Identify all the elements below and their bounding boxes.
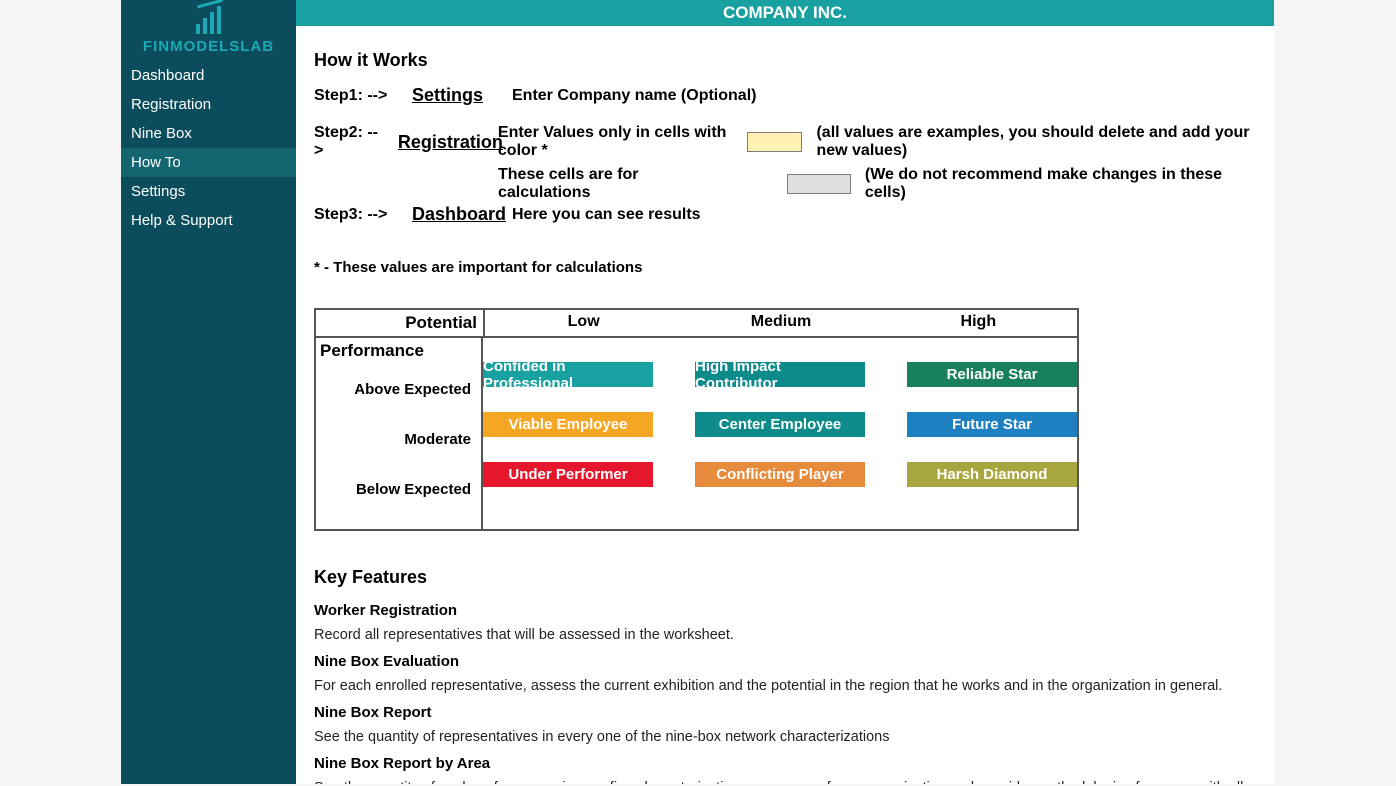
step2-link[interactable]: Registration <box>398 132 484 153</box>
matrix-row-above: Above Expected <box>316 379 481 429</box>
step2-subdesc: These cells are for calculations <box>498 166 729 202</box>
feature-nine-box-area-h: Nine Box Report by Area <box>314 755 1256 772</box>
feature-worker-registration-h: Worker Registration <box>314 602 1256 619</box>
matrix-corner-potential: Potential <box>316 310 485 336</box>
step2-subrow: These cells are for calculations (We do … <box>498 166 1256 202</box>
matrix-performance-title: Performance <box>316 338 481 379</box>
box-center-employee: Center Employee <box>695 412 865 437</box>
box-viable-employee: Viable Employee <box>483 412 653 437</box>
box-reliable-star: Reliable Star <box>907 362 1077 387</box>
matrix-body: Performance Above Expected Moderate Belo… <box>316 338 1077 529</box>
matrix-row-2: Under Performer Conflicting Player Harsh… <box>483 462 1077 487</box>
content-area: How it Works Step1: --> Settings Enter C… <box>296 26 1274 784</box>
matrix-col-low: Low <box>485 310 682 336</box>
key-features-title: Key Features <box>314 567 1256 588</box>
yellow-input-cell[interactable] <box>747 132 802 152</box>
sidebar-item-dashboard[interactable]: Dashboard <box>121 61 296 90</box>
brand-logo: FINMODELSLAB <box>121 2 296 61</box>
box-confided-professional: Confided in Professional <box>483 362 653 387</box>
box-harsh-diamond: Harsh Diamond <box>907 462 1077 487</box>
company-title: COMPANY INC. <box>723 3 847 22</box>
step1-row: Step1: --> Settings Enter Company name (… <box>314 85 1256 106</box>
app-window: FINMODELSLAB Dashboard Registration Nine… <box>121 0 1274 784</box>
step3-label: Step3: --> <box>314 206 398 224</box>
matrix-row-moderate: Moderate <box>316 429 481 479</box>
feature-nine-box-report-h: Nine Box Report <box>314 704 1256 721</box>
step2-label: Step2: --> <box>314 124 384 160</box>
sidebar-item-registration[interactable]: Registration <box>121 90 296 119</box>
matrix-header-row: Potential Low Medium High <box>316 310 1077 338</box>
box-under-performer: Under Performer <box>483 462 653 487</box>
step3-desc: Here you can see results <box>512 206 701 224</box>
step3-row: Step3: --> Dashboard Here you can see re… <box>314 204 1256 225</box>
step1-link[interactable]: Settings <box>412 85 498 106</box>
feature-nine-box-area-p: See the quantity of workers for every ni… <box>314 780 1256 784</box>
step2-note1: (all values are examples, you should del… <box>816 124 1256 160</box>
step2-note2: (We do not recommend make changes in the… <box>865 166 1256 202</box>
box-conflicting-player: Conflicting Player <box>695 462 865 487</box>
brand-name: FINMODELSLAB <box>143 38 274 55</box>
star-note: * - These values are important for calcu… <box>314 259 1256 276</box>
gray-calc-cell <box>787 174 851 194</box>
step1-desc: Enter Company name (Optional) <box>512 87 756 105</box>
sidebar-item-nine-box[interactable]: Nine Box <box>121 119 296 148</box>
sidebar-item-help-support[interactable]: Help & Support <box>121 206 296 235</box>
sidebar-item-settings[interactable]: Settings <box>121 177 296 206</box>
step1-label: Step1: --> <box>314 87 398 105</box>
how-it-works-title: How it Works <box>314 50 1256 71</box>
step2-desc: Enter Values only in cells with color * <box>498 124 733 160</box>
matrix-row-below: Below Expected <box>316 479 481 529</box>
feature-nine-box-report-p: See the quantity of representatives in e… <box>314 729 1256 745</box>
box-future-star: Future Star <box>907 412 1077 437</box>
logo-icon <box>190 4 228 34</box>
sidebar: FINMODELSLAB Dashboard Registration Nine… <box>121 0 296 784</box>
matrix-row-1: Viable Employee Center Employee Future S… <box>483 412 1077 437</box>
matrix-col-high: High <box>880 310 1077 336</box>
feature-worker-registration-p: Record all representatives that will be … <box>314 627 1256 643</box>
feature-nine-box-eval-p: For each enrolled representative, assess… <box>314 678 1256 694</box>
feature-nine-box-eval-h: Nine Box Evaluation <box>314 653 1256 670</box>
matrix-cells: Confided in Professional High Impact Con… <box>483 338 1077 529</box>
page-header: COMPANY INC. <box>296 0 1274 26</box>
matrix-col-medium: Medium <box>682 310 879 336</box>
matrix-row-0: Confided in Professional High Impact Con… <box>483 362 1077 387</box>
box-high-impact: High Impact Contributor <box>695 362 865 387</box>
step2-row: Step2: --> Registration Enter Values onl… <box>314 124 1256 160</box>
main-area: COMPANY INC. How it Works Step1: --> Set… <box>296 0 1274 784</box>
sidebar-item-how-to[interactable]: How To <box>121 148 296 177</box>
step3-link[interactable]: Dashboard <box>412 204 498 225</box>
matrix-row-labels: Performance Above Expected Moderate Belo… <box>316 338 483 529</box>
nine-box-matrix: Potential Low Medium High Performance Ab… <box>314 308 1079 531</box>
